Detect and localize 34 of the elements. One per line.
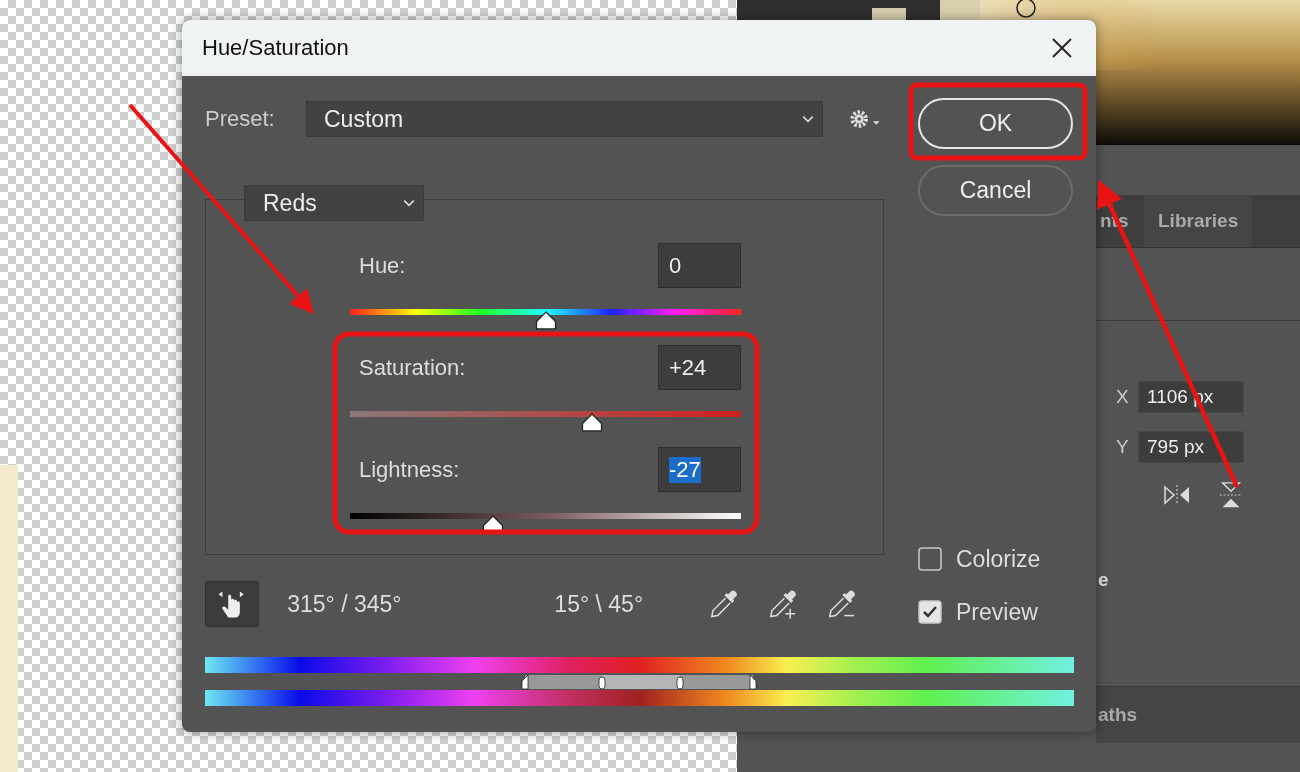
preset-label: Preset: (205, 106, 276, 132)
range-handle[interactable] (676, 674, 685, 690)
slider-label: Saturation: (359, 354, 466, 381)
close-icon[interactable] (1052, 38, 1072, 58)
slider-label: Lightness: (359, 456, 460, 483)
checkbox-label[interactable]: Colorize (956, 545, 1041, 573)
slider-thumb[interactable] (534, 311, 557, 330)
panel-tab[interactable]: Libraries (1144, 195, 1253, 247)
range-handle[interactable] (749, 674, 758, 690)
value-field[interactable]: -27 (658, 447, 741, 492)
coordinate-label: X (1116, 386, 1130, 408)
checkbox[interactable] (918, 547, 942, 571)
dialog-button[interactable]: OK (918, 98, 1073, 149)
range-handle[interactable] (520, 674, 529, 690)
slider-thumb[interactable] (581, 413, 604, 432)
chevron-icon (403, 199, 415, 207)
value-field[interactable]: 0 (658, 243, 741, 288)
coordinate-label: Y (1116, 436, 1130, 458)
chevron-icon (802, 115, 814, 123)
range-readout: 315° / 345° (287, 590, 403, 618)
value-field[interactable]: +24 (658, 345, 741, 390)
dialog-button[interactable]: Cancel (918, 165, 1073, 216)
range-readout: 15° \ 45° (554, 590, 645, 618)
slider-label: Hue: (359, 252, 406, 279)
checkbox-label[interactable]: Preview (956, 598, 1038, 626)
panel-tab[interactable]: aths (1096, 704, 1138, 726)
hand-tool-button[interactable] (205, 580, 260, 628)
checkbox[interactable] (918, 600, 942, 624)
dialog-title: Hue/Saturation (202, 35, 349, 61)
preset-dropdown[interactable]: Custom (306, 101, 823, 137)
panel-section-title: e (1097, 569, 1110, 591)
range-handle[interactable] (598, 674, 607, 690)
channel-dropdown[interactable]: Reds (244, 185, 424, 221)
coordinate-field[interactable]: 795 px (1138, 431, 1244, 463)
